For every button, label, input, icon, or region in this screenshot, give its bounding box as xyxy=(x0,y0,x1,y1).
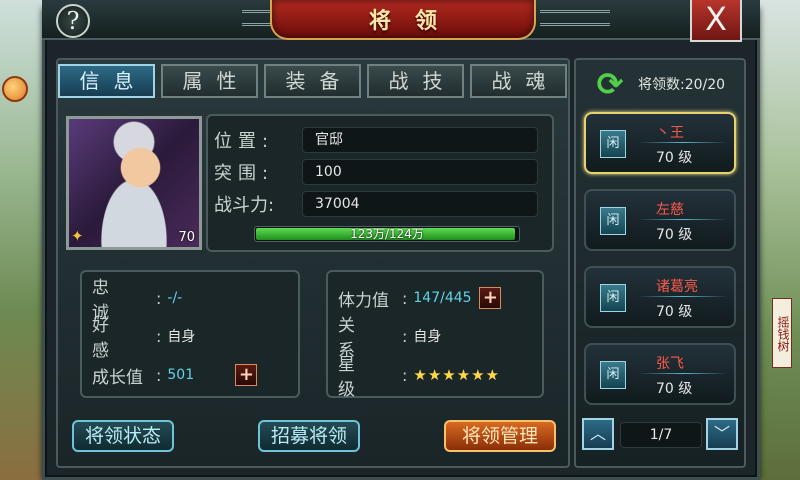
growth-row: 成长值 : 501 + xyxy=(92,363,258,388)
star-row: 星级 : ★★★★★★ xyxy=(338,355,501,400)
close-button[interactable]: X xyxy=(690,0,742,42)
general-name: 诸葛亮 xyxy=(656,279,698,295)
general-count: 将领数:20/20 xyxy=(638,77,726,93)
growth-value: 501 xyxy=(167,367,195,383)
power-label: 战斗力: xyxy=(214,195,275,216)
favor-value: 自身 xyxy=(167,329,196,345)
recruit-general-button[interactable]: 招募将领 xyxy=(258,420,360,452)
general-name: 张飞 xyxy=(656,356,684,372)
power-row: 战斗力: 37004 xyxy=(214,191,538,217)
tab-attributes[interactable]: 属性 xyxy=(161,64,258,98)
general-card[interactable]: 闲 诸葛亮 70 级 xyxy=(584,266,736,328)
idle-badge: 闲 xyxy=(600,207,626,235)
colon: : xyxy=(156,326,162,346)
page-up-button[interactable]: ︿ xyxy=(582,418,614,450)
stamina-value: 147/445 xyxy=(413,290,472,306)
general-level: 70 级 xyxy=(656,381,693,397)
stamina-label: 体力值 xyxy=(338,290,389,311)
window-title: 将领 xyxy=(368,8,461,34)
divider xyxy=(638,296,728,297)
breakthrough-row: 突围: 100 xyxy=(214,159,538,185)
colon: : xyxy=(402,288,408,308)
loyalty-value: -/- xyxy=(167,290,183,306)
money-tree-sign[interactable]: 摇钱树 xyxy=(772,298,792,368)
favor-label: 好感 xyxy=(92,316,133,361)
general-level: 70 级 xyxy=(656,150,693,166)
tab-info[interactable]: 信息 xyxy=(58,64,155,98)
exp-text: 123万/124万 xyxy=(350,227,424,241)
general-card[interactable]: 闲 左慈 70 级 xyxy=(584,189,736,251)
breakthrough-label: 突围: xyxy=(214,163,275,184)
general-portrait[interactable]: ✦ 70 xyxy=(66,116,202,250)
colon: : xyxy=(156,365,162,385)
position-value: 官邸 xyxy=(302,127,538,153)
divider xyxy=(638,373,728,374)
page-down-button[interactable]: ﹀ xyxy=(706,418,738,450)
portrait-level: 70 xyxy=(178,230,195,245)
power-value: 37004 xyxy=(302,191,538,217)
chevron-up-icon: ︿ xyxy=(589,424,606,443)
general-name: 丶王 xyxy=(656,125,684,141)
stamina-plus-button[interactable]: + xyxy=(479,287,502,309)
help-button[interactable]: ? xyxy=(56,4,90,38)
growth-label: 成长值 xyxy=(92,367,143,388)
colon: : xyxy=(156,288,162,308)
divider xyxy=(638,142,728,143)
mascot-icon xyxy=(2,76,28,102)
tab-bar: 信息 属性 装备 战技 战魂 xyxy=(58,64,567,98)
general-status-button[interactable]: 将领状态 xyxy=(72,420,174,452)
tab-soul[interactable]: 战魂 xyxy=(470,64,567,98)
tab-skills[interactable]: 战技 xyxy=(367,64,464,98)
refresh-icon[interactable]: ⟳ xyxy=(592,68,628,100)
relation-row: 关系 : 自身 xyxy=(338,316,442,361)
idle-badge: 闲 xyxy=(600,284,626,312)
general-level: 70 级 xyxy=(656,227,693,243)
loyalty-row: 忠诚 : -/- xyxy=(92,278,183,323)
manage-general-button[interactable]: 将领管理 xyxy=(444,420,556,452)
general-level: 70 级 xyxy=(656,304,693,320)
star-rating-icon: ★★★★★★ xyxy=(413,366,501,384)
colon: : xyxy=(402,365,408,385)
background-left xyxy=(0,0,44,480)
growth-plus-button[interactable]: + xyxy=(235,364,258,386)
stamina-row: 体力值 : 147/445 + xyxy=(338,286,502,311)
ornament-right xyxy=(540,10,610,26)
idle-badge: 闲 xyxy=(600,361,626,389)
breakthrough-value: 100 xyxy=(302,159,538,185)
favor-row: 好感 : 自身 xyxy=(92,316,196,361)
general-card[interactable]: 闲 张飞 70 级 xyxy=(584,343,736,405)
rank-emblem-icon: ✦ xyxy=(71,227,84,245)
relation-value: 自身 xyxy=(413,329,442,345)
chevron-down-icon: ﹀ xyxy=(713,424,730,443)
title-plate: 将领 xyxy=(270,0,536,40)
background-right xyxy=(756,0,800,480)
position-row: 位置: 官邸 xyxy=(214,127,538,153)
general-card[interactable]: 闲 丶王 70 级 xyxy=(584,112,736,174)
position-label: 位置: xyxy=(214,131,275,152)
tab-equipment[interactable]: 装备 xyxy=(264,64,361,98)
exp-bar: 123万/124万 xyxy=(254,226,520,242)
divider xyxy=(638,219,728,220)
idle-badge: 闲 xyxy=(600,130,626,158)
page-indicator: 1/7 xyxy=(620,422,702,448)
colon: : xyxy=(402,326,408,346)
star-label: 星级 xyxy=(338,355,379,400)
general-name: 左慈 xyxy=(656,202,684,218)
